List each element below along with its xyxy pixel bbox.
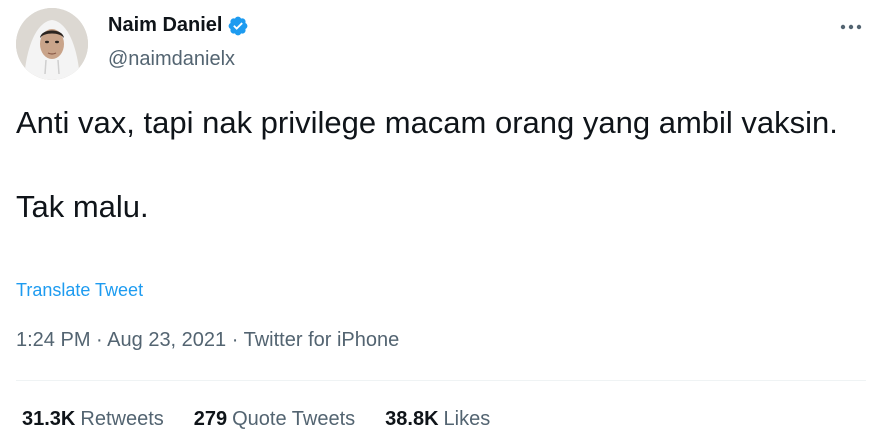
tweet-date[interactable]: Aug 23, 2021 xyxy=(107,329,226,351)
quote-tweets-count: 279 xyxy=(193,408,228,430)
tweet-source[interactable]: Twitter for iPhone xyxy=(244,329,400,351)
tweet-text-line: Anti vax, tapi nak privilege macam orang… xyxy=(16,105,838,140)
tweet-text: Anti vax, tapi nak privilege macam orang… xyxy=(16,102,866,228)
tweet-stats: 31.3K Retweets 279 Quote Tweets 38.8K Likes xyxy=(22,408,520,431)
likes-count: 38.8K xyxy=(385,408,439,430)
author-handle[interactable]: @naimdanielx xyxy=(108,48,235,71)
quote-tweets-label: Quote Tweets xyxy=(232,408,356,430)
avatar-image xyxy=(16,8,88,80)
likes-stat[interactable]: 38.8K Likes xyxy=(385,408,490,431)
retweets-count: 31.3K xyxy=(22,408,76,430)
quote-tweets-stat[interactable]: 279 Quote Tweets xyxy=(194,408,355,431)
likes-label: Likes xyxy=(443,408,491,430)
retweets-stat[interactable]: 31.3K Retweets xyxy=(22,408,164,431)
author-display-name[interactable]: Naim Daniel xyxy=(108,14,222,37)
separator: · xyxy=(231,329,239,351)
tweet-text-line: Tak malu. xyxy=(16,189,149,224)
tweet-metadata: 1:24 PM · Aug 23, 2021 · Twitter for iPh… xyxy=(16,329,399,352)
author-name-row[interactable]: Naim Daniel xyxy=(108,14,249,37)
separator: · xyxy=(96,329,103,351)
tweet-time[interactable]: 1:24 PM xyxy=(16,329,90,351)
retweets-label: Retweets xyxy=(80,408,164,430)
verified-badge-icon xyxy=(227,15,249,37)
more-options-button[interactable] xyxy=(838,14,864,40)
more-options-icon xyxy=(840,24,862,30)
avatar[interactable] xyxy=(16,8,88,80)
divider xyxy=(16,380,866,381)
translate-tweet-link[interactable]: Translate Tweet xyxy=(16,280,143,301)
